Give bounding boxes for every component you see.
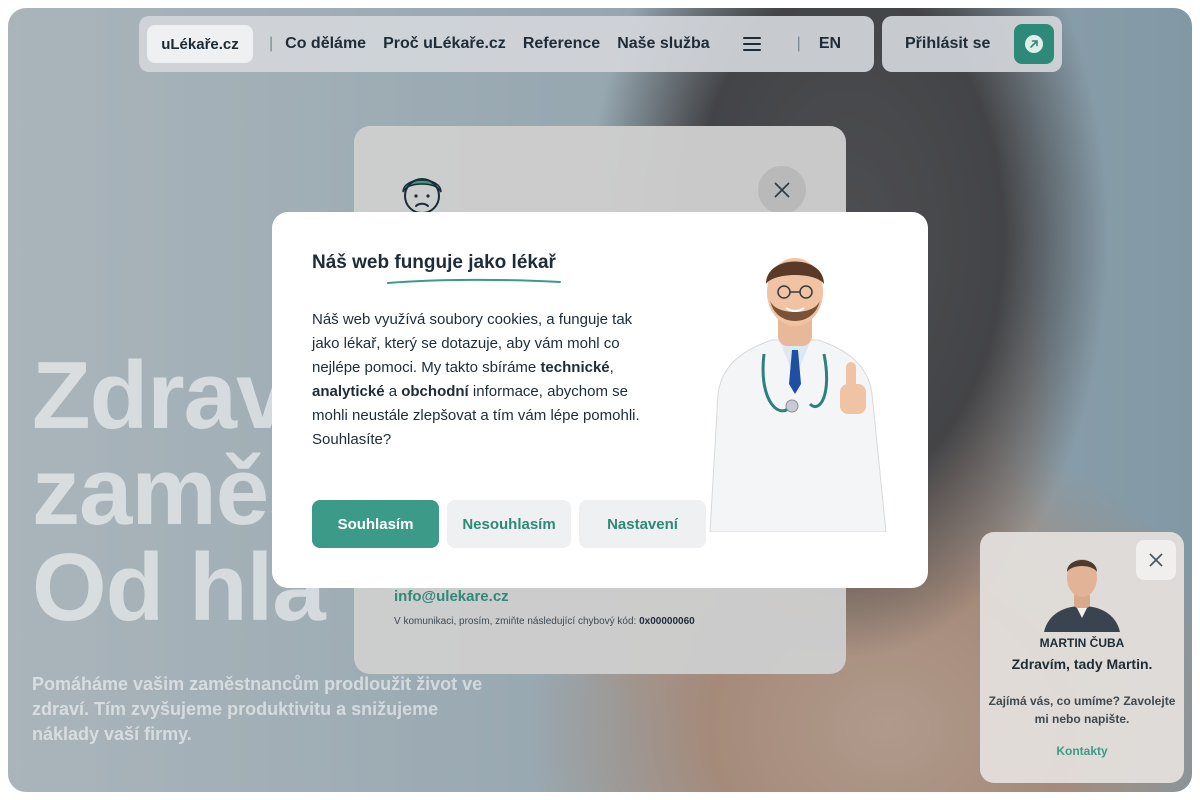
site-logo[interactable]: uLékaře.cz (147, 25, 253, 63)
avatar (1044, 559, 1120, 632)
doctor-illustration (709, 258, 887, 532)
error-code: 0x00000060 (639, 616, 695, 627)
agent-name: MARTIN ČUBA (1039, 636, 1125, 650)
login-label[interactable]: Přihlásit se (905, 35, 990, 53)
cookie-text-bold: technické (540, 359, 610, 376)
error-note-text: V komunikaci, prosím, zmiňte následující… (394, 616, 637, 627)
cookie-text-part: a (384, 383, 402, 400)
close-button[interactable] (758, 166, 806, 214)
accept-button[interactable]: Souhlasím (312, 500, 439, 548)
contact-email-link[interactable]: info@ulekare.cz (394, 588, 509, 605)
cookie-title: Náš web funguje jako lékař (312, 252, 556, 273)
settings-button[interactable]: Nastavení (579, 500, 706, 548)
cookie-text-bold: obchodní (401, 383, 469, 400)
top-navigation: uLékaře.cz | Co děláme Proč uLékaře.cz R… (139, 16, 874, 72)
reject-button[interactable]: Nesouhlasím (447, 500, 571, 548)
cookie-text: Náš web využívá soubory cookies, a fungu… (312, 308, 662, 452)
login-button[interactable] (1014, 24, 1054, 64)
nav-link-nase-sluzba[interactable]: Naše služba (617, 35, 709, 53)
nav-separator: | (796, 35, 801, 52)
contacts-link[interactable]: Kontakty (980, 744, 1184, 758)
chat-widget: MARTIN ČUBA Zdravím, tady Martin. Zajímá… (980, 532, 1184, 783)
chat-close-button[interactable] (1136, 540, 1176, 580)
cookie-text-part: , (609, 359, 614, 376)
nav-separator: | (269, 35, 274, 52)
nav-link-proc[interactable]: Proč uLékaře.cz (383, 35, 506, 53)
login-bar[interactable]: Přihlásit se (882, 16, 1062, 72)
nav-link-reference[interactable]: Reference (523, 35, 600, 53)
agent-greeting: Zdravím, tady Martin. (1011, 656, 1153, 672)
menu-icon[interactable] (742, 37, 761, 51)
title-underline-decoration (387, 278, 561, 284)
cookie-text-bold: analytické (312, 383, 385, 400)
language-switch[interactable]: EN (819, 35, 841, 53)
arrow-up-right-icon (1025, 35, 1043, 53)
cookie-consent-dialog: Náš web funguje jako lékař Náš web využí… (272, 212, 928, 588)
close-icon (1149, 553, 1163, 567)
error-note: V komunikaci, prosím, zmiňte následující… (394, 616, 695, 627)
hero-subtitle: Pomáháme vašim zaměstnancům prodloužit ž… (32, 674, 483, 744)
agent-message: Zajímá vás, co umíme? Zavolejte mi nebo … (988, 694, 1176, 726)
nav-link-co-delame[interactable]: Co děláme (285, 35, 366, 53)
close-icon (774, 182, 790, 198)
